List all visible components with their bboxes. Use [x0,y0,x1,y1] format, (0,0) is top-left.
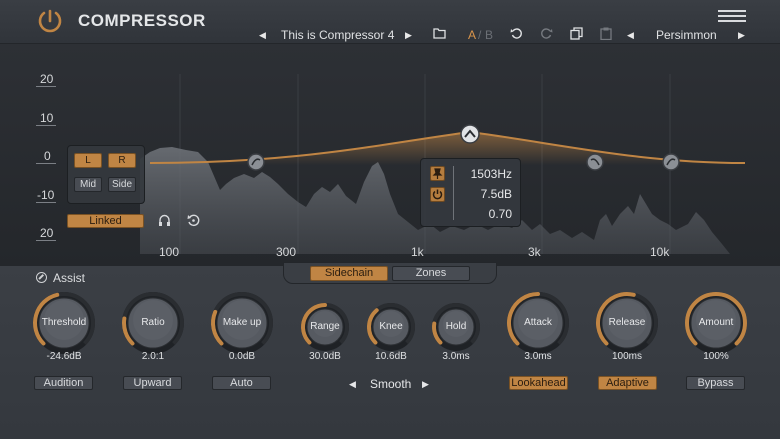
assist-toggle[interactable]: Assist [36,271,85,285]
mid-button[interactable]: Mid [74,177,102,192]
attack-value: 3.0ms [524,351,552,362]
paste-icon[interactable] [600,27,612,41]
freq-label-1k: 1k [411,245,424,259]
eq-node-2-selected[interactable] [460,124,480,144]
power-logo-icon [36,8,64,34]
attack-label: Attack [524,317,552,328]
makeup-knob[interactable]: Make up [209,290,275,356]
amount-value: 100% [703,351,729,362]
pin-icon[interactable] [430,166,445,181]
ab-separator: / [478,28,482,42]
channel-panel: L R Mid Side [67,145,145,204]
smooth-prev-arrow-icon[interactable]: ◀ [349,379,356,390]
smooth-next-arrow-icon[interactable]: ▶ [422,379,429,390]
release-knob[interactable]: Release [594,290,660,356]
freq-label-100: 100 [159,245,180,259]
tab-zones[interactable]: Zones [392,266,470,281]
app-title: COMPRESSOR [78,11,206,30]
threshold-value: -24.6dB [46,351,82,362]
bypass-button[interactable]: Bypass [686,376,745,390]
hold-knob[interactable]: Hold [430,301,482,353]
freq-label-10k: 10k [650,245,670,259]
upward-button[interactable]: Upward [123,376,182,390]
bank-prev-arrow-icon[interactable]: ◀ [627,28,634,42]
eq-node-3[interactable] [586,153,604,171]
copy-icon[interactable] [570,27,583,41]
band-power-icon[interactable] [430,187,445,202]
assist-icon [36,272,47,283]
freq-label-300: 300 [276,245,297,259]
makeup-value: 0.0dB [228,351,256,362]
ratio-knob[interactable]: Ratio [120,290,186,356]
ratio-label: Ratio [141,317,165,328]
knee-label: Knee [379,321,403,332]
hold-label: Hold [445,321,467,332]
reset-icon[interactable] [186,213,201,228]
freq-label-3k: 3k [528,245,541,259]
adaptive-button[interactable]: Adaptive [598,376,657,390]
preset-name[interactable]: This is Compressor 4 [281,28,394,42]
lookahead-button[interactable]: Lookahead [509,376,568,390]
preset-bank-name[interactable]: Persimmon [656,28,717,42]
eq-node-4[interactable] [662,153,680,171]
band-gain-value[interactable]: 7.5dB [481,187,512,201]
hamburger-icon[interactable] [718,10,746,24]
audition-button[interactable]: Audition [34,376,93,390]
makeup-label: Make up [222,317,262,328]
bank-next-arrow-icon[interactable]: ▶ [738,28,745,42]
hold-value: 3.0ms [442,351,470,362]
popup-divider [453,166,454,220]
db-label-20: 20 [40,72,54,86]
eq-node-1[interactable] [247,153,265,171]
panel-tab-strip: Sidechain Zones [283,262,497,284]
ab-a-button[interactable]: A [468,28,476,42]
headphones-icon[interactable] [157,213,172,228]
db-label-minus10: -10 [37,188,55,202]
range-label: Range [310,321,340,332]
preset-next-arrow-icon[interactable]: ▶ [405,28,412,42]
amount-knob[interactable]: Amount [683,290,749,356]
band-q-value[interactable]: 0.70 [489,207,512,221]
side-button[interactable]: Side [108,177,136,192]
ab-b-button[interactable]: B [485,28,493,42]
db-tick [36,240,56,241]
preset-toolbar: ◀ This is Compressor 4 ▶ A / B ◀ Persimm… [252,24,780,46]
left-channel-button[interactable]: L [74,153,102,168]
ratio-value: 2.0:1 [141,351,165,362]
knee-knob[interactable]: Knee [365,301,417,353]
db-tick [36,86,56,87]
folder-icon[interactable] [433,27,446,41]
band-popup: 1503Hz 7.5dB 0.70 [420,158,521,227]
tab-sidechain[interactable]: Sidechain [310,266,388,281]
release-value: 100ms [611,351,642,362]
db-label-10: 10 [40,111,54,125]
preset-prev-arrow-icon[interactable]: ◀ [259,28,266,42]
db-tick [36,202,56,203]
band-frequency-value[interactable]: 1503Hz [471,167,512,181]
db-label-minus20: 20 [40,226,54,240]
threshold-knob[interactable]: Threshold [31,290,97,356]
db-tick [36,125,56,126]
amount-label: Amount [698,317,734,328]
assist-label: Assist [53,271,86,285]
threshold-label: Threshold [41,317,87,328]
spectrum-display[interactable]: 20 10 0 -10 20 100 300 1k 3k 10k L R Mid… [0,44,780,266]
undo-icon[interactable] [510,27,523,41]
db-label-0: 0 [44,149,51,163]
linked-button[interactable]: Linked [67,214,144,228]
attack-knob[interactable]: Attack [505,290,571,356]
db-tick [36,163,56,164]
range-knob[interactable]: Range [299,301,351,353]
release-label: Release [608,317,646,328]
auto-button[interactable]: Auto [212,376,271,390]
right-channel-button[interactable]: R [108,153,136,168]
smooth-label: Smooth [370,377,412,391]
redo-icon[interactable] [540,27,553,41]
